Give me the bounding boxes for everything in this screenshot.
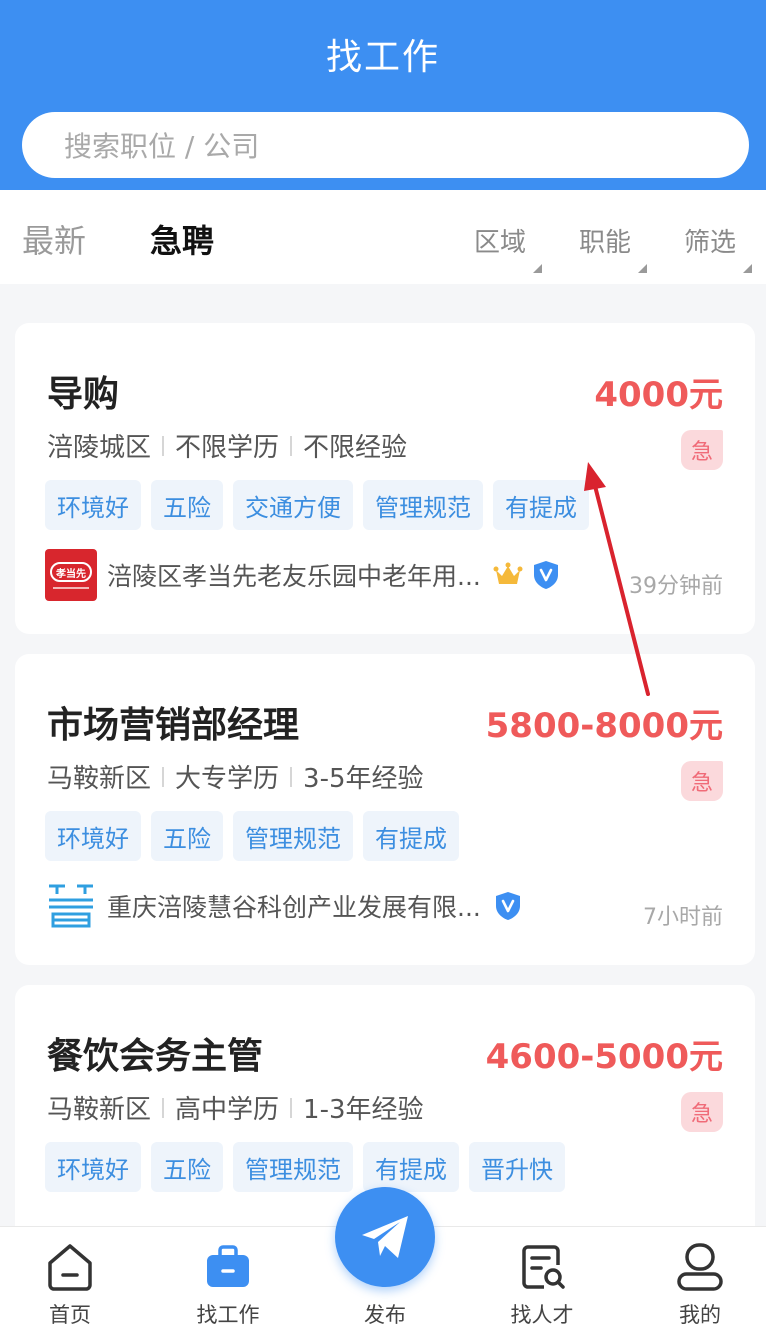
talent-search-icon bbox=[522, 1245, 565, 1289]
post-time: 7小时前 bbox=[643, 905, 723, 930]
filter-function-dropdown[interactable]: 职能 bbox=[579, 222, 648, 273]
divider bbox=[290, 1097, 293, 1118]
job-salary: 4600-5000元 bbox=[485, 1037, 723, 1077]
job-tag: 有提成 bbox=[363, 1142, 459, 1192]
job-tag: 环境好 bbox=[45, 1142, 141, 1192]
job-experience: 不限经验 bbox=[303, 433, 408, 463]
publish-button[interactable] bbox=[335, 1187, 435, 1287]
header-bar: 找工作 搜索职位 / 公司 bbox=[0, 0, 766, 190]
nav-publish-label: 发布 bbox=[364, 1303, 406, 1327]
filter-area-dropdown[interactable]: 区域 bbox=[474, 222, 543, 273]
nav-find-job-label: 找工作 bbox=[196, 1303, 260, 1327]
search-placeholder: 搜索职位 / 公司 bbox=[64, 130, 260, 163]
job-tag: 环境好 bbox=[45, 480, 141, 530]
company-logo bbox=[49, 884, 93, 928]
job-tags: 环境好 五险 交通方便 管理规范 有提成 bbox=[45, 480, 589, 530]
job-salary: 5800-8000元 bbox=[485, 706, 723, 746]
post-time: 39分钟前 bbox=[629, 574, 723, 599]
company-name: 重庆涪陵慧谷科创产业发展有限... bbox=[107, 893, 481, 922]
job-education: 大专学历 bbox=[175, 764, 280, 794]
job-tag: 晋升快 bbox=[469, 1142, 565, 1192]
logo-text: 孝当先 bbox=[55, 567, 86, 580]
job-tag: 有提成 bbox=[493, 480, 589, 530]
profile-icon bbox=[677, 1243, 723, 1291]
job-experience: 1-3年经验 bbox=[303, 1095, 424, 1125]
job-tag: 五险 bbox=[151, 480, 223, 530]
dropdown-triangle-icon bbox=[743, 264, 753, 273]
dropdown-triangle-icon bbox=[533, 264, 543, 273]
urgent-badge: 急 bbox=[681, 1092, 723, 1132]
verified-icon bbox=[495, 892, 520, 920]
job-title: 餐饮会务主管 bbox=[47, 1036, 264, 1077]
page-title: 找工作 bbox=[325, 37, 440, 78]
briefcase-icon bbox=[207, 1245, 249, 1287]
job-meta: 涪陵城区 不限学历 不限经验 bbox=[47, 427, 407, 464]
divider bbox=[162, 1097, 165, 1118]
company-logo: 孝当先 bbox=[45, 549, 97, 601]
job-tag: 有提成 bbox=[363, 811, 459, 861]
job-district: 马鞍新区 bbox=[47, 1095, 152, 1125]
job-education: 不限学历 bbox=[175, 433, 280, 463]
divider bbox=[162, 766, 165, 787]
job-tag: 五险 bbox=[151, 811, 223, 861]
job-district: 涪陵城区 bbox=[47, 433, 152, 463]
job-experience: 3-5年经验 bbox=[303, 764, 424, 794]
job-salary: 4000元 bbox=[594, 375, 723, 415]
job-card[interactable]: 导购 4000元 涪陵城区 不限学历 不限经验 急 环境好 五险 交通方便 管理… bbox=[15, 323, 755, 634]
job-tags: 环境好 五险 管理规范 有提成 bbox=[45, 811, 459, 861]
nav-home-label: 首页 bbox=[49, 1303, 91, 1327]
filter-bar bbox=[0, 190, 766, 284]
urgent-badge: 急 bbox=[681, 761, 723, 801]
company-row: 重庆涪陵慧谷科创产业发展有限... bbox=[45, 880, 725, 932]
tab-latest[interactable]: 最新 bbox=[22, 216, 86, 262]
job-meta: 马鞍新区 大专学历 3-5年经验 bbox=[47, 758, 424, 795]
filter-screen-label: 筛选 bbox=[684, 228, 737, 258]
job-tag: 交通方便 bbox=[233, 480, 353, 530]
divider bbox=[290, 766, 293, 787]
company-row: 孝当先 涪陵区孝当先老友乐园中老年用... bbox=[45, 549, 725, 601]
urgent-badge: 急 bbox=[681, 430, 723, 470]
nav-find-talent-label: 找人才 bbox=[510, 1303, 574, 1327]
nav-profile-label: 我的 bbox=[679, 1303, 721, 1327]
paper-plane-icon bbox=[362, 1216, 408, 1258]
company-name: 涪陵区孝当先老友乐园中老年用... bbox=[107, 562, 481, 591]
filter-area-label: 区域 bbox=[474, 228, 527, 258]
job-tag: 管理规范 bbox=[233, 1142, 353, 1192]
job-title: 导购 bbox=[47, 374, 120, 415]
job-tag: 五险 bbox=[151, 1142, 223, 1192]
job-education: 高中学历 bbox=[175, 1095, 280, 1125]
job-tag: 管理规范 bbox=[233, 811, 353, 861]
filter-screen-dropdown[interactable]: 筛选 bbox=[684, 222, 753, 273]
crown-icon bbox=[493, 562, 523, 584]
job-tag: 管理规范 bbox=[363, 480, 483, 530]
divider bbox=[290, 435, 293, 456]
home-icon bbox=[48, 1244, 92, 1291]
dropdown-triangle-icon bbox=[638, 264, 648, 273]
job-meta: 马鞍新区 高中学历 1-3年经验 bbox=[47, 1089, 424, 1126]
job-tags: 环境好 五险 管理规范 有提成 晋升快 bbox=[45, 1142, 565, 1192]
tab-urgent[interactable]: 急聘 bbox=[150, 216, 214, 262]
job-card[interactable]: 市场营销部经理 5800-8000元 马鞍新区 大专学历 3-5年经验 急 环境… bbox=[15, 654, 755, 965]
job-district: 马鞍新区 bbox=[47, 764, 152, 794]
job-tag: 环境好 bbox=[45, 811, 141, 861]
divider bbox=[162, 435, 165, 456]
job-title: 市场营销部经理 bbox=[47, 705, 300, 746]
search-input[interactable]: 搜索职位 / 公司 bbox=[22, 112, 749, 178]
verified-icon bbox=[533, 561, 558, 589]
filter-function-label: 职能 bbox=[579, 228, 632, 258]
